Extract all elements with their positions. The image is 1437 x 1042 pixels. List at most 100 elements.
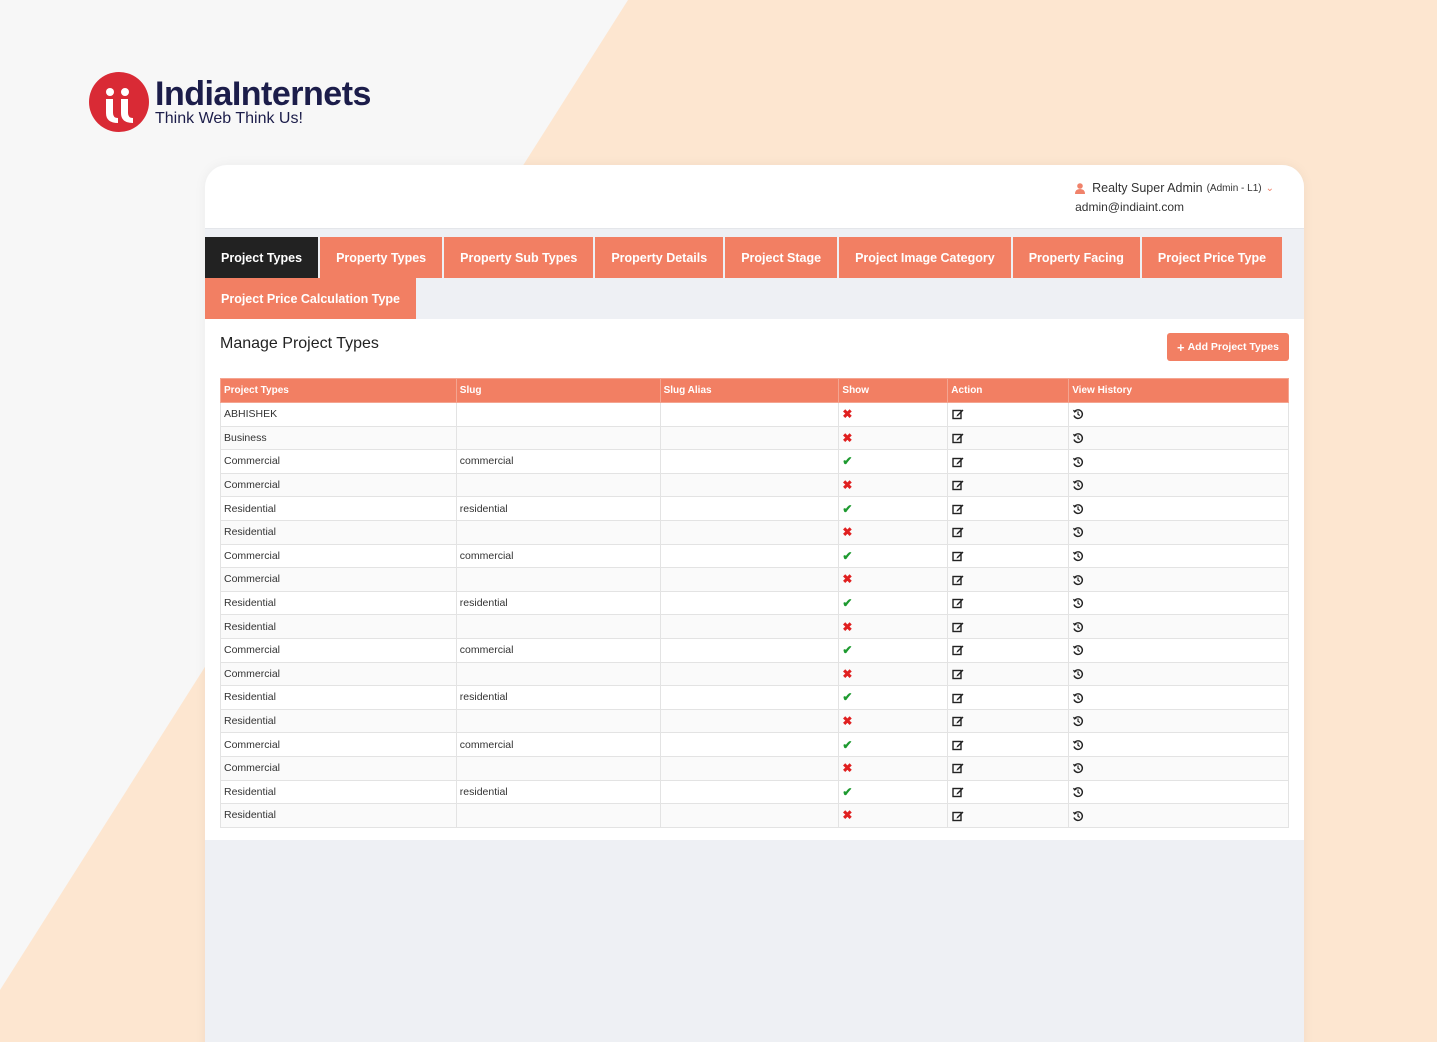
history-icon[interactable] <box>1072 621 1084 633</box>
edit-icon[interactable] <box>952 762 964 774</box>
tab-property-types[interactable]: Property Types <box>320 237 443 278</box>
edit-icon[interactable] <box>952 432 964 444</box>
cell-slug: residential <box>455 496 661 521</box>
edit-icon[interactable] <box>952 455 964 467</box>
table-row: Residential ✖ <box>220 708 1289 734</box>
logo-mark-icon <box>89 72 149 132</box>
edit-icon[interactable] <box>952 526 964 538</box>
history-icon[interactable] <box>1072 573 1084 585</box>
history-icon[interactable] <box>1072 455 1084 467</box>
edit-icon[interactable] <box>952 503 964 515</box>
page-title: Manage Project Types <box>220 335 379 352</box>
header-slug[interactable]: Slug <box>455 378 661 403</box>
tab-project-types[interactable]: Project Types <box>205 237 319 284</box>
cell-show: ✖ <box>838 708 949 734</box>
header-action[interactable]: Action <box>947 378 1070 403</box>
edit-icon[interactable] <box>952 621 964 633</box>
cell-action <box>947 614 1070 639</box>
header-view-history[interactable]: View History <box>1068 378 1289 403</box>
cell-project-type: Residential <box>220 614 457 639</box>
edit-icon[interactable] <box>952 809 964 821</box>
cross-icon[interactable]: ✖ <box>842 620 852 634</box>
history-icon[interactable] <box>1072 762 1084 774</box>
cell-slug: residential <box>455 685 661 710</box>
history-icon[interactable] <box>1072 809 1084 821</box>
history-icon[interactable] <box>1072 597 1084 609</box>
cell-slug: residential <box>455 590 661 616</box>
history-icon[interactable] <box>1072 432 1084 444</box>
edit-icon[interactable] <box>952 691 964 703</box>
history-icon[interactable] <box>1072 479 1084 491</box>
cell-slug-alias <box>659 519 840 545</box>
cell-show: ✖ <box>838 567 949 592</box>
tab-property-sub-types[interactable]: Property Sub Types <box>444 237 594 278</box>
cell-action <box>947 496 1070 521</box>
cell-action <box>947 779 1070 805</box>
cell-slug <box>455 803 661 828</box>
tab-property-facing[interactable]: Property Facing <box>1012 237 1140 278</box>
header-project-types[interactable]: Project Types <box>220 378 457 403</box>
check-icon[interactable]: ✔ <box>842 690 852 704</box>
cross-icon[interactable]: ✖ <box>842 572 852 586</box>
check-icon[interactable]: ✔ <box>842 596 852 610</box>
history-icon[interactable] <box>1072 408 1084 420</box>
check-icon[interactable]: ✔ <box>842 643 852 657</box>
history-icon[interactable] <box>1072 644 1084 656</box>
cross-icon[interactable]: ✖ <box>842 808 852 822</box>
check-icon[interactable]: ✔ <box>842 738 852 752</box>
tab-property-details[interactable]: Property Details <box>595 237 724 278</box>
edit-icon[interactable] <box>952 597 964 609</box>
history-icon[interactable] <box>1072 691 1084 703</box>
header-show[interactable]: Show <box>838 378 949 403</box>
check-icon[interactable]: ✔ <box>842 454 852 468</box>
cell-slug-alias <box>659 755 840 781</box>
cell-view-history <box>1068 543 1289 569</box>
edit-icon[interactable] <box>952 715 964 727</box>
edit-icon[interactable] <box>952 644 964 656</box>
cell-slug: commercial <box>455 732 661 757</box>
user-menu[interactable]: Realty Super Admin (Admin - L1) ⌄ admin@… <box>1075 179 1274 214</box>
tab-project-image-category[interactable]: Project Image Category <box>839 237 1011 278</box>
table-row: Residential residential ✔ <box>220 496 1289 521</box>
edit-icon[interactable] <box>952 408 964 420</box>
edit-icon[interactable] <box>952 739 964 751</box>
history-icon[interactable] <box>1072 526 1084 538</box>
plus-icon: + <box>1176 339 1185 355</box>
check-icon[interactable]: ✔ <box>842 785 852 799</box>
cell-slug-alias <box>659 732 840 757</box>
edit-icon[interactable] <box>952 573 964 585</box>
history-icon[interactable] <box>1072 786 1084 798</box>
check-icon[interactable]: ✔ <box>842 502 852 516</box>
edit-icon[interactable] <box>952 479 964 491</box>
tab-project-stage[interactable]: Project Stage <box>725 237 838 278</box>
check-icon[interactable]: ✔ <box>842 549 852 563</box>
cross-icon[interactable]: ✖ <box>842 714 852 728</box>
cell-show: ✖ <box>838 425 949 451</box>
cell-slug <box>455 661 661 687</box>
history-icon[interactable] <box>1072 739 1084 751</box>
cell-project-type: Residential <box>220 708 457 734</box>
cross-icon[interactable]: ✖ <box>842 407 852 421</box>
header-slug-alias[interactable]: Slug Alias <box>659 378 840 403</box>
edit-icon[interactable] <box>952 786 964 798</box>
tab-project-price-type[interactable]: Project Price Type <box>1141 237 1283 278</box>
cell-view-history <box>1068 779 1289 805</box>
edit-icon[interactable] <box>952 550 964 562</box>
cross-icon[interactable]: ✖ <box>842 478 852 492</box>
tab-project-price-calculation-type[interactable]: Project Price Calculation Type <box>205 278 416 319</box>
cell-view-history <box>1068 708 1289 734</box>
history-icon[interactable] <box>1072 668 1084 680</box>
cell-action <box>947 590 1070 616</box>
cross-icon[interactable]: ✖ <box>842 761 852 775</box>
history-icon[interactable] <box>1072 503 1084 515</box>
cell-action <box>947 803 1070 828</box>
cross-icon[interactable]: ✖ <box>842 525 852 539</box>
cross-icon[interactable]: ✖ <box>842 667 852 681</box>
chevron-down-icon[interactable]: ⌄ <box>1266 183 1274 194</box>
add-project-types-button[interactable]: + Add Project Types <box>1166 333 1289 361</box>
history-icon[interactable] <box>1072 715 1084 727</box>
edit-icon[interactable] <box>952 668 964 680</box>
cross-icon[interactable]: ✖ <box>842 431 852 445</box>
cell-show: ✖ <box>838 803 949 828</box>
history-icon[interactable] <box>1072 550 1084 562</box>
